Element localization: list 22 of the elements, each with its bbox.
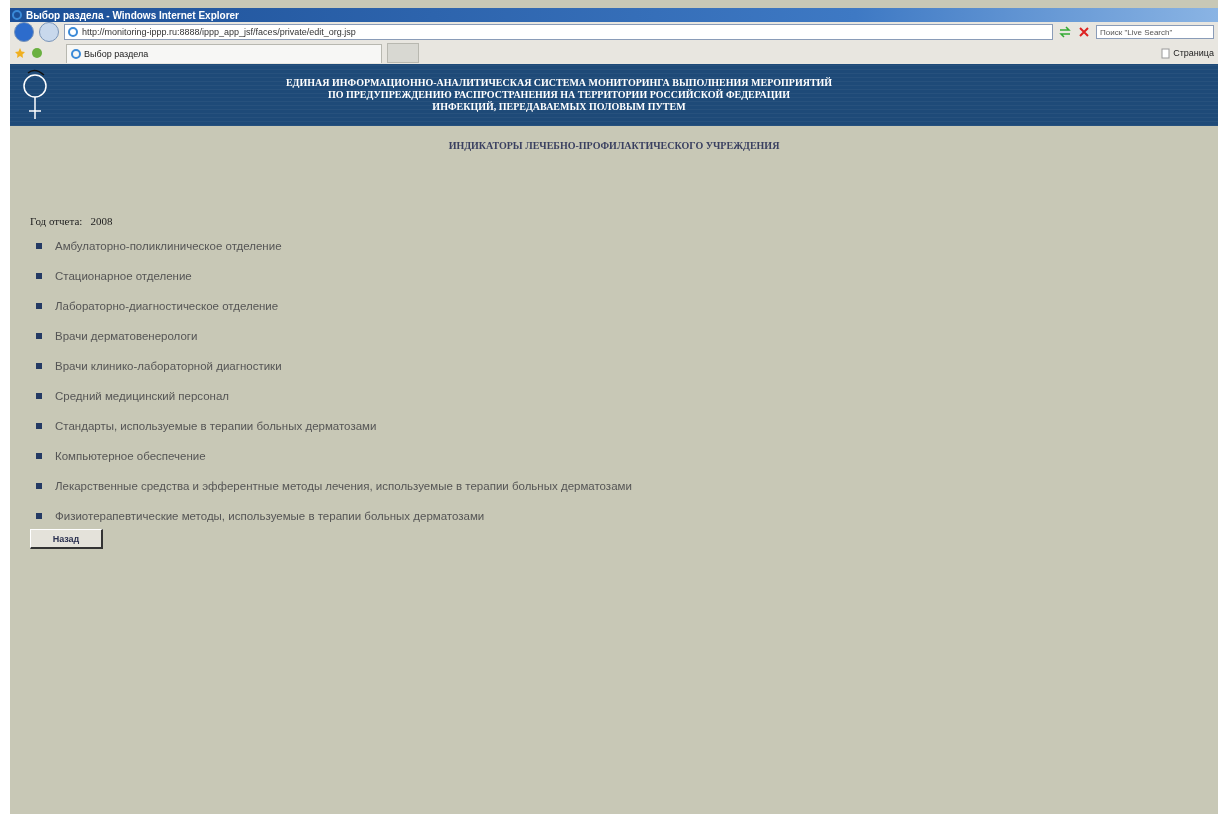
browser-tab[interactable]: Выбор раздела: [66, 43, 382, 63]
section-link[interactable]: Амбулаторно-поликлиническое отделение: [55, 240, 282, 252]
section-link[interactable]: Стандарты, используемые в терапии больных дерматозами: [55, 420, 377, 432]
window-title: Выбор раздела - Windows Internet Explorer: [26, 9, 239, 21]
page-menu[interactable]: Страница: [1161, 47, 1214, 59]
section-link[interactable]: Компьютерное обеспечение: [55, 450, 206, 462]
address-field[interactable]: http://monitoring-ippp.ru:8888/ippp_app_jsf/faces/private/edit_org.jsp: [64, 24, 1053, 40]
year-value: 2008: [90, 215, 113, 227]
section-link[interactable]: Врачи клинико-лабораторной диагностики: [55, 360, 282, 372]
section-link[interactable]: Лекарственные средства и эфферентные методы лечения, используемые в терапии больных дерматозами: [55, 480, 632, 492]
section-link[interactable]: Врачи дерматовенерологи: [55, 330, 198, 342]
year-label: Год отчета:: [30, 215, 83, 227]
section-link[interactable]: Средний медицинский персонал: [55, 390, 230, 402]
search-field[interactable]: Поиск "Live Search": [1096, 25, 1214, 39]
banner-title-line: ПО ПРЕДУПРЕЖДЕНИЮ РАСПРОСТРАНЕНИЯ НА ТЕРРИТОРИИ РОССИЙСКОЙ ФЕДЕРАЦИИ: [326, 89, 792, 101]
section-link[interactable]: Физиотерапевтические методы, используемые в терапии больных дерматозами: [55, 510, 485, 522]
page-heading: ИНДИКАТОРЫ ЛЕЧЕБНО-ПРОФИЛАКТИЧЕСКОГО УЧРЕЖДЕНИЯ: [447, 140, 781, 151]
back-button[interactable]: Назад: [30, 529, 103, 549]
section-link[interactable]: Лабораторно-диагностическое отделение: [55, 300, 279, 312]
banner-title-line: ИНФЕКЦИЙ, ПЕРЕДАВАЕМЫХ ПОЛОВЫМ ПУТЕМ: [431, 101, 687, 113]
section-link[interactable]: Стационарное отделение: [55, 270, 192, 282]
banner-title-line: ЕДИНАЯ ИНФОРМАЦИОННО-АНАЛИТИЧЕСКАЯ СИСТЕМА МОНИТОРИНГА ВЫПОЛНЕНИЯ МЕРОПРИЯТИЙ: [284, 77, 834, 89]
